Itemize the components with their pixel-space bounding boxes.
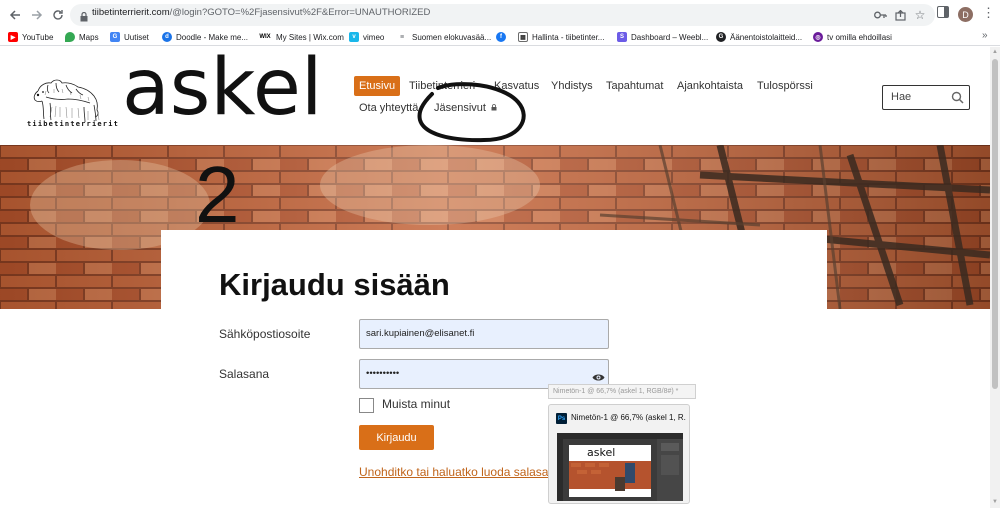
forgot-password-link[interactable]: Unohditko tai haluatko luoda salasana	[359, 465, 562, 479]
login-card: Kirjaudu sisään Sähköpostiosoite Salasan…	[161, 230, 827, 508]
logo-caption: tiibetinterrierit	[27, 120, 120, 128]
star-icon[interactable]: ☆	[912, 7, 928, 23]
bookmark-uutiset[interactable]: G Uutiset	[110, 30, 149, 44]
lock-icon[interactable]	[80, 9, 88, 27]
url-text: tiibetinterrierit.com/@login?GOTO=%2Fjas…	[92, 7, 431, 18]
reload-icon[interactable]	[48, 5, 68, 25]
bookmark-facebook[interactable]: f	[496, 30, 510, 44]
mini-logo-text: askel	[587, 446, 616, 459]
doodle-icon: d	[162, 32, 172, 42]
bookmark-doodle[interactable]: d Doodle - Make me...	[162, 30, 248, 44]
email-field[interactable]	[366, 328, 576, 339]
youtube-icon: ▶	[8, 32, 18, 42]
email-label: Sähköpostiosoite	[219, 327, 311, 341]
login-title: Kirjaudu sisään	[219, 267, 450, 302]
side-panel-icon[interactable]	[937, 6, 949, 18]
page-scrollbar[interactable]: ▲ ▼	[990, 47, 1000, 508]
bookmarks-overflow-icon[interactable]: »	[982, 30, 988, 41]
site-search-box[interactable]	[882, 85, 970, 110]
annotation-number: 2	[195, 150, 240, 239]
scrollbar-thumb[interactable]	[992, 59, 998, 389]
bookmark-weebly[interactable]: S Dashboard – Weebl...	[617, 30, 708, 44]
forward-icon[interactable]	[27, 5, 47, 25]
bookmark-wix[interactable]: WIX My Sites | Wix.com	[258, 30, 344, 44]
admin-icon: ▦	[518, 32, 528, 42]
bookmark-aanentoisto[interactable]: G Äänentoistolaitteid...	[716, 30, 802, 44]
window-preview-thumbnail: askel	[557, 433, 683, 501]
weebly-icon: S	[617, 32, 627, 42]
nav-tulosporssi[interactable]: Tulospörssi	[757, 80, 813, 92]
browser-toolbar: tiibetinterrierit.com/@login?GOTO=%2Fjas…	[0, 0, 1000, 29]
g-icon: G	[716, 32, 726, 42]
profile-avatar[interactable]: D	[958, 7, 973, 22]
menu-dots-icon[interactable]: ⋮	[982, 5, 995, 21]
wix-icon: WIX	[258, 32, 272, 42]
nav-etusivu[interactable]: Etusivu	[354, 76, 401, 96]
bookmarks-bar: ▶ YouTube Maps G Uutiset d Doodle - Make me…	[0, 29, 1000, 46]
photoshop-window-preview[interactable]: Ps Nimetön-1 @ 66,7% (askel 1, R... aske…	[548, 404, 690, 504]
vimeo-icon: v	[349, 32, 359, 42]
email-field-box[interactable]	[359, 319, 609, 349]
photoshop-icon: Ps	[556, 413, 567, 424]
site-logo-text[interactable]: askel	[122, 49, 322, 127]
news-icon: G	[110, 32, 120, 42]
search-input[interactable]	[891, 91, 946, 103]
bookmark-elokuvasaatio[interactable]: ≡ Suomen elokuvasää...	[396, 30, 491, 44]
share-icon[interactable]	[892, 7, 908, 23]
password-label: Salasana	[219, 367, 270, 381]
bookmark-tv[interactable]: ◎ tv omilla ehdoillasi	[813, 30, 892, 44]
password-field[interactable]	[366, 368, 576, 379]
nav-tapahtumat[interactable]: Tapahtumat	[606, 80, 663, 92]
remember-me-label[interactable]: Muista minut	[382, 397, 450, 411]
address-bar[interactable]: tiibetinterrierit.com/@login?GOTO=%2Fjas…	[70, 4, 935, 26]
key-icon[interactable]	[872, 7, 888, 23]
maps-icon	[65, 32, 75, 42]
bookmark-vimeo[interactable]: v vimeo	[349, 30, 384, 44]
back-icon[interactable]	[5, 5, 25, 25]
bookmark-youtube[interactable]: ▶ YouTube	[8, 30, 53, 44]
login-button[interactable]: Kirjaudu	[359, 425, 434, 450]
bookmark-hallinta[interactable]: ▦ Hallinta - tiibetinter...	[518, 30, 604, 44]
window-preview-title: Nimetön-1 @ 66,7% (askel 1, R...	[571, 413, 686, 422]
film-icon: ≡	[396, 32, 408, 42]
search-icon[interactable]	[951, 91, 964, 109]
bookmark-maps[interactable]: Maps	[65, 30, 99, 44]
scroll-down-icon[interactable]: ▼	[992, 499, 998, 505]
web-page: tiibetinterrierit askel Etusivu Tiibetin…	[0, 47, 990, 508]
nav-yhdistys[interactable]: Yhdistys	[551, 80, 593, 92]
facebook-icon: f	[496, 32, 506, 42]
nav-ajankohtaista[interactable]: Ajankohtaista	[677, 80, 743, 92]
remember-me-checkbox[interactable]	[359, 398, 374, 413]
tv-icon: ◎	[813, 32, 823, 42]
annotation-circle	[417, 82, 526, 143]
window-tooltip: Nimetön-1 @ 66,7% (askel 1, RGB/8#) *	[548, 384, 696, 399]
scroll-up-icon[interactable]: ▲	[992, 49, 998, 55]
